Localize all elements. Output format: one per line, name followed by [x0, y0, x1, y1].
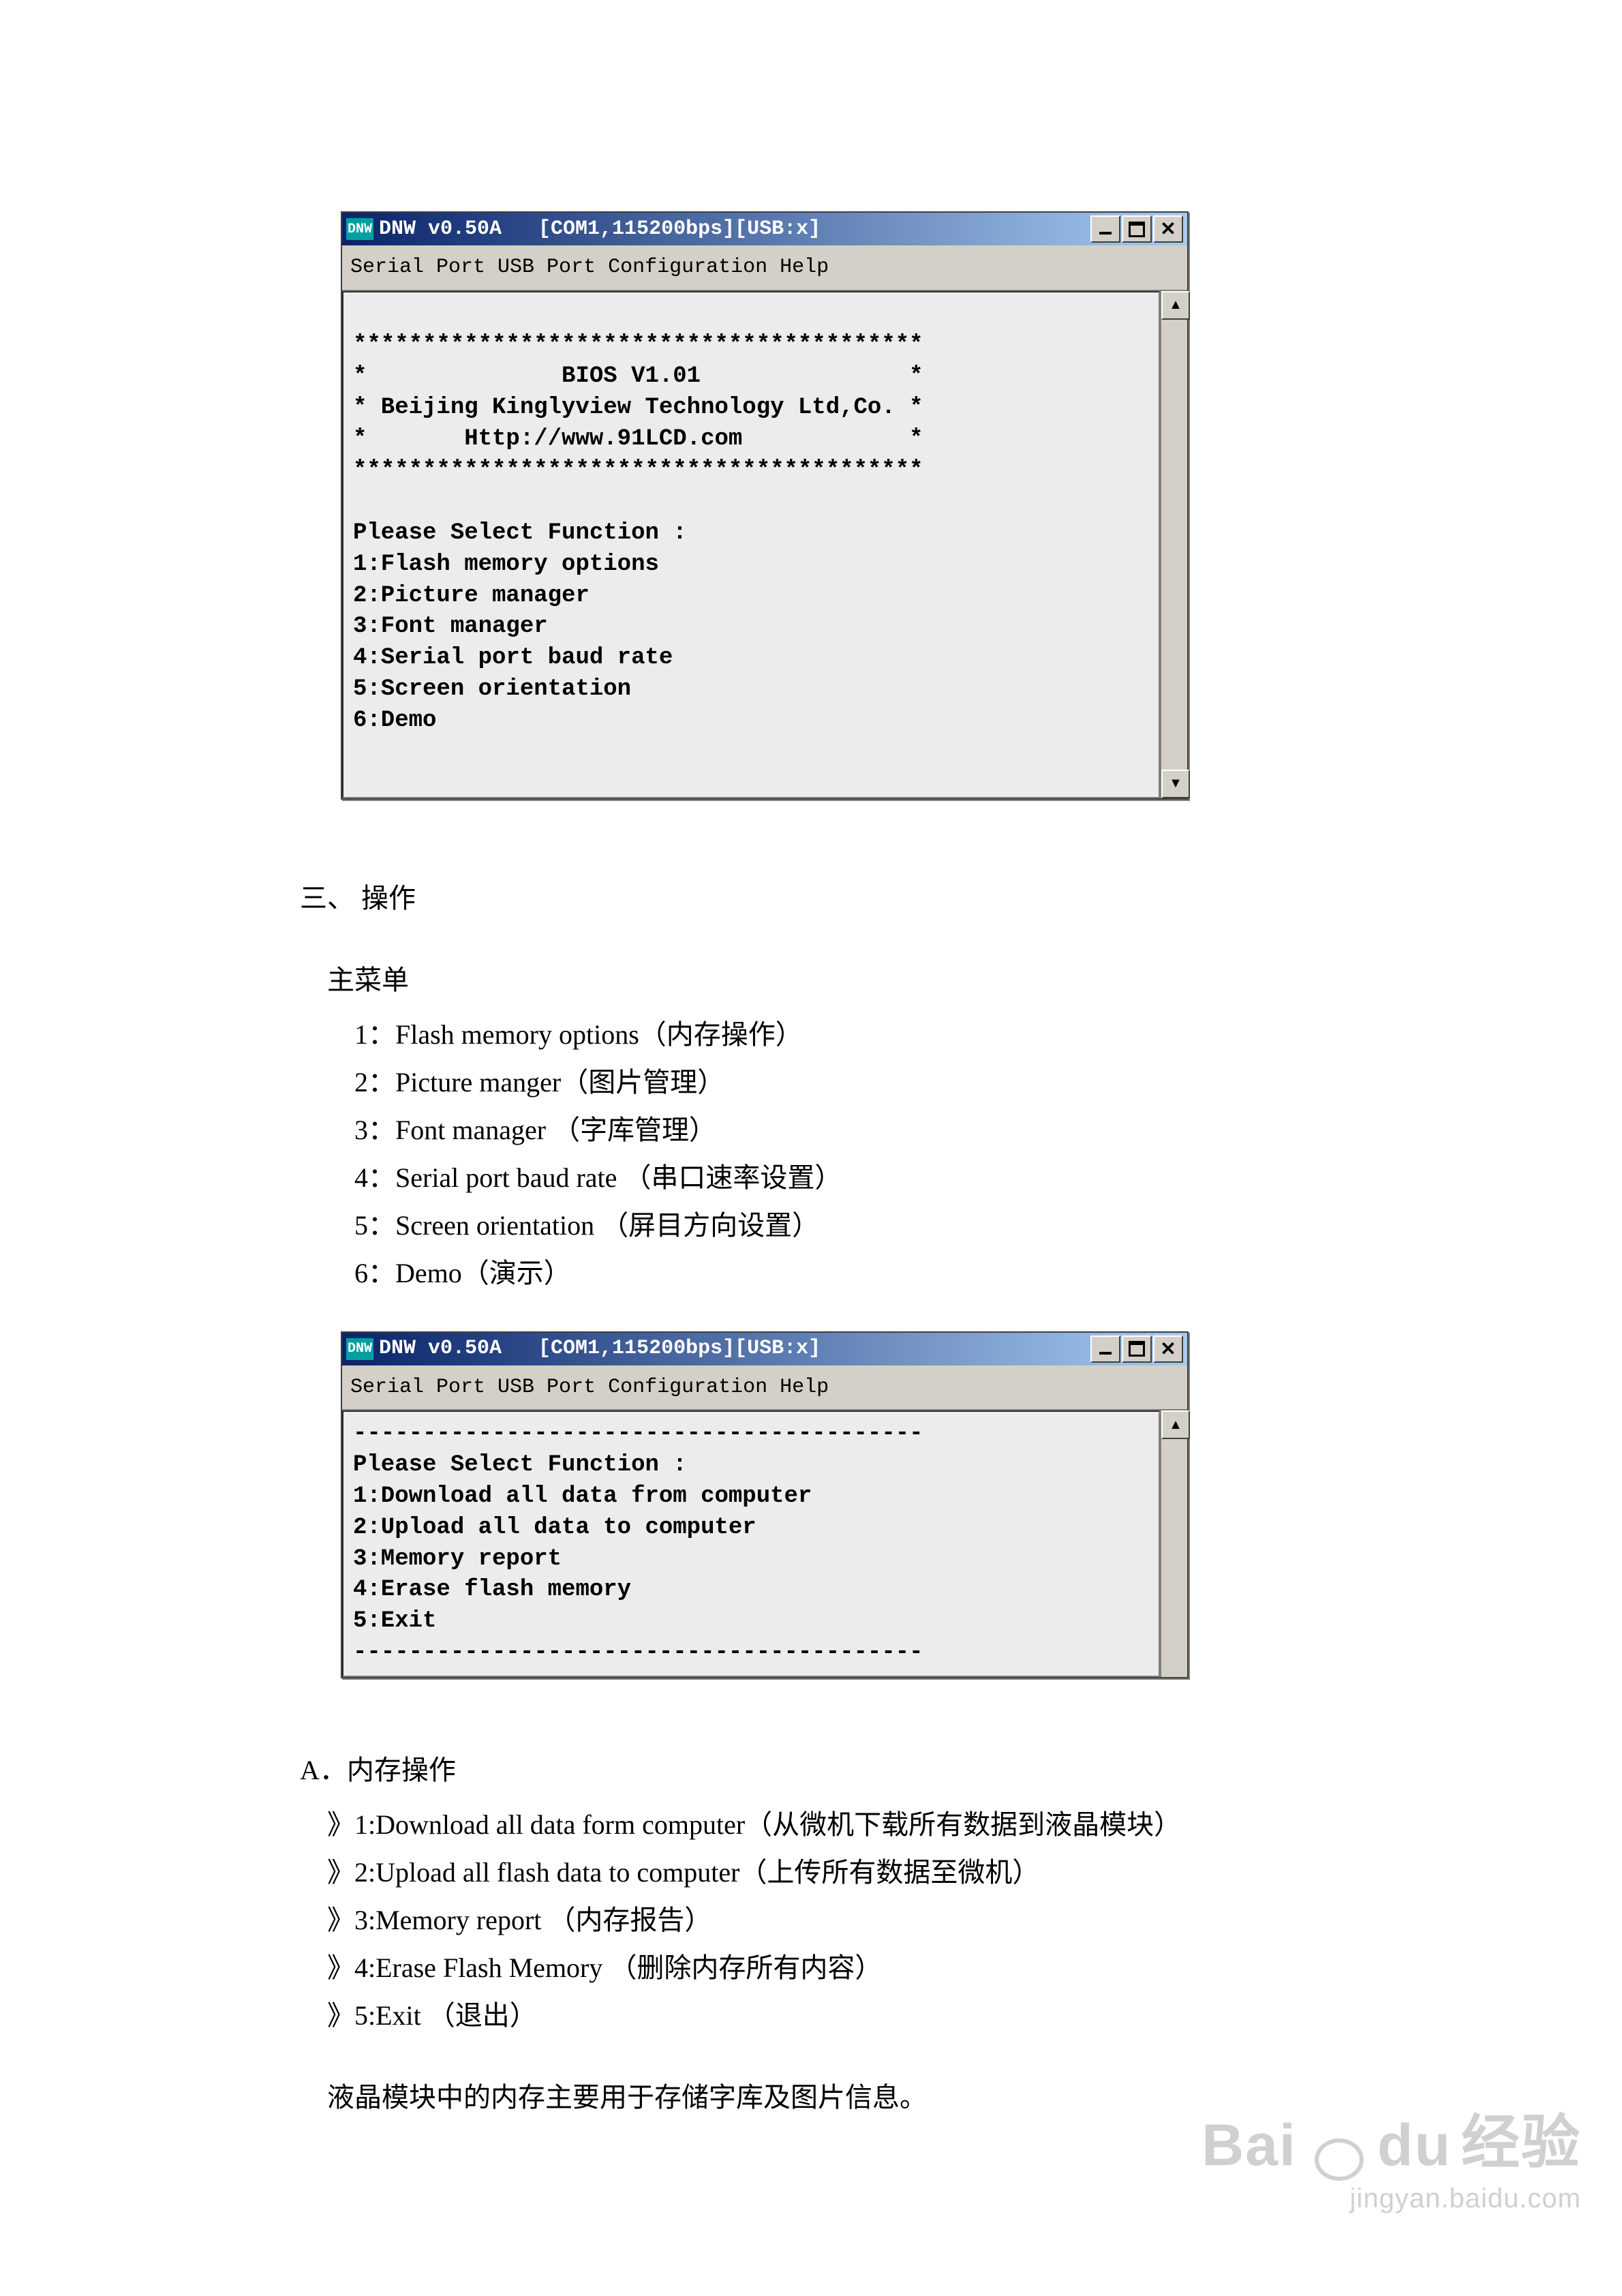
section-heading-memory: A．内存操作	[300, 1747, 1322, 1794]
memory-ops-list: 》1:Download all data form computer（从微机下载…	[327, 1801, 1322, 2040]
watermark-logo: Baidu 经验	[1202, 2094, 1581, 2179]
menu-serial-port[interactable]: Serial Port	[350, 1370, 485, 1406]
list-item: 2：Picture manger（图片管理）	[354, 1059, 1322, 1106]
menu-bar: Serial Port USB Port Configuration Help	[342, 245, 1187, 291]
list-item: 》5:Exit （退出）	[327, 1992, 1322, 2040]
window-title: DNW v0.50A [COM1,115200bps][USB:x]	[379, 211, 1090, 247]
window-titlebar[interactable]: DNW DNW v0.50A [COM1,115200bps][USB:x] ✕	[342, 213, 1187, 245]
watermark-brand-cn: 经验	[1461, 2094, 1581, 2179]
app-icon: DNW	[346, 1338, 373, 1360]
section-heading-operation: 三、 操作	[300, 875, 1322, 922]
window-controls: ✕	[1090, 1335, 1183, 1363]
close-button[interactable]: ✕	[1153, 1335, 1183, 1363]
menu-configuration[interactable]: Configuration	[608, 250, 767, 286]
window-controls: ✕	[1090, 215, 1183, 243]
minimize-button[interactable]	[1090, 215, 1120, 243]
vertical-scrollbar[interactable]: ▲	[1160, 1410, 1187, 1677]
maximize-button[interactable]	[1122, 1335, 1152, 1363]
maximize-button[interactable]	[1122, 215, 1152, 243]
watermark: Baidu 经验 jingyan.baidu.com	[1202, 2094, 1581, 2214]
menu-bar: Serial Port USB Port Configuration Help	[342, 1365, 1187, 1411]
menu-configuration[interactable]: Configuration	[608, 1370, 767, 1406]
terminal-output: ----------------------------------------…	[342, 1410, 1160, 1677]
watermark-url: jingyan.baidu.com	[1202, 2184, 1581, 2214]
list-item: 5：Screen orientation （屏目方向设置）	[354, 1202, 1322, 1250]
list-item: 6：Demo（演示）	[354, 1250, 1322, 1297]
footnote-text: 液晶模块中的内存主要用于存储字库及图片信息。	[327, 2074, 1322, 2121]
list-item: 》2:Upload all flash data to computer（上传所…	[327, 1849, 1322, 1897]
window-titlebar[interactable]: DNW DNW v0.50A [COM1,115200bps][USB:x] ✕	[342, 1333, 1187, 1365]
list-item: 》1:Download all data form computer（从微机下载…	[327, 1801, 1322, 1849]
terminal-window-2: DNW DNW v0.50A [COM1,115200bps][USB:x] ✕…	[341, 1331, 1189, 1679]
main-menu-list: 1：Flash memory options（内存操作） 2：Picture m…	[354, 1011, 1322, 1297]
menu-serial-port[interactable]: Serial Port	[350, 250, 485, 286]
menu-help[interactable]: Help	[780, 1370, 829, 1406]
list-item: 3：Font manager （字库管理）	[354, 1106, 1322, 1154]
subheading-main-menu: 主菜单	[327, 956, 1322, 1004]
paw-icon	[1306, 2118, 1368, 2179]
list-item: 》3:Memory report （内存报告）	[327, 1897, 1322, 1944]
terminal-output: ****************************************…	[342, 291, 1160, 798]
menu-usb-port[interactable]: USB Port	[498, 250, 596, 286]
list-item: 1：Flash memory options（内存操作）	[354, 1011, 1322, 1059]
menu-usb-port[interactable]: USB Port	[498, 1370, 596, 1406]
close-button[interactable]: ✕	[1153, 215, 1183, 243]
menu-help[interactable]: Help	[780, 250, 829, 286]
scroll-up-icon[interactable]: ▲	[1161, 1410, 1190, 1439]
minimize-button[interactable]	[1090, 1335, 1120, 1363]
scroll-up-icon[interactable]: ▲	[1161, 291, 1190, 320]
list-item: 4：Serial port baud rate （串口速率设置）	[354, 1154, 1322, 1202]
terminal-window-1: DNW DNW v0.50A [COM1,115200bps][USB:x] ✕…	[341, 211, 1189, 800]
list-item: 》4:Erase Flash Memory （删除内存所有内容）	[327, 1944, 1322, 1992]
app-icon: DNW	[346, 218, 373, 240]
window-title: DNW v0.50A [COM1,115200bps][USB:x]	[379, 1331, 1090, 1367]
scroll-down-icon[interactable]: ▼	[1161, 770, 1190, 798]
vertical-scrollbar[interactable]: ▲ ▼	[1160, 291, 1187, 798]
